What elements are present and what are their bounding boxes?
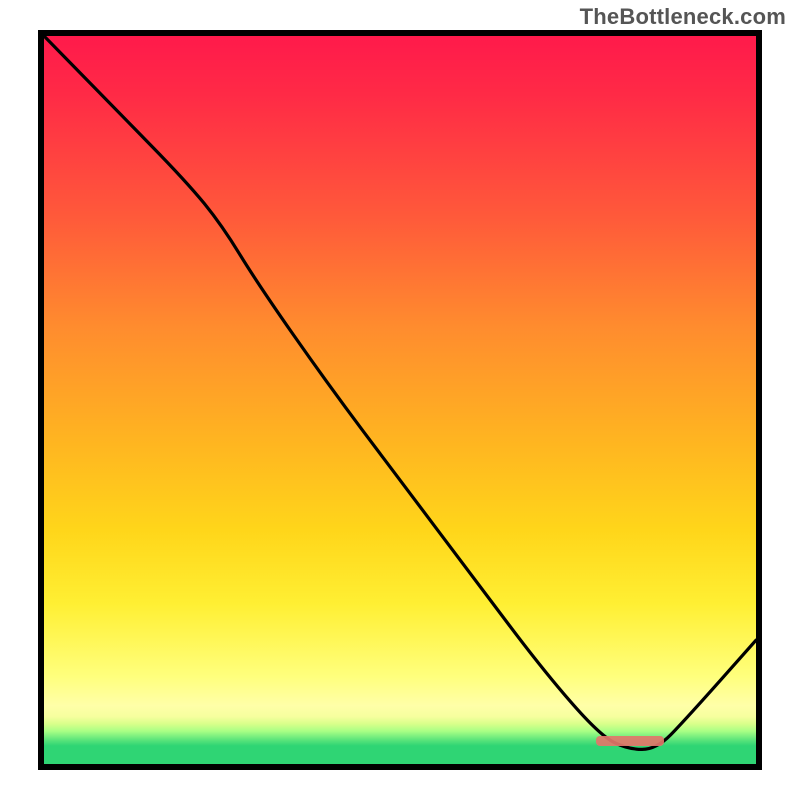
chart-stage: TheBottleneck.com: [0, 0, 800, 800]
min-marker: [596, 736, 664, 746]
bottleneck-curve: [44, 36, 756, 749]
watermark-text: TheBottleneck.com: [580, 4, 786, 30]
curve-layer: [44, 36, 756, 764]
